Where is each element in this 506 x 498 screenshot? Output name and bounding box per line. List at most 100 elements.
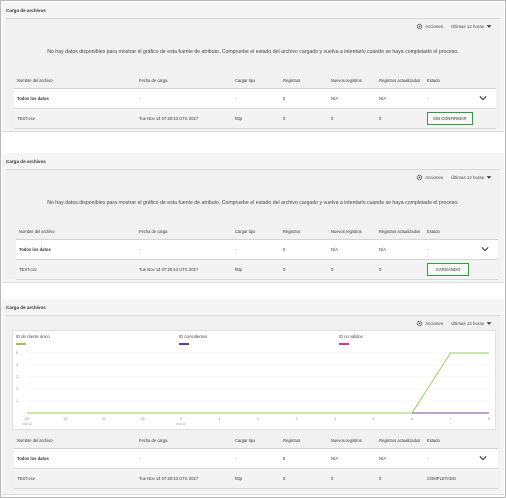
x-tick-label: 0	[180, 417, 182, 421]
table-cell: N/A	[376, 239, 424, 260]
series-line	[27, 352, 489, 414]
actions-label: Acciones	[425, 24, 444, 29]
expand-toggle[interactable]	[478, 239, 498, 260]
x-tick-label: 6	[411, 417, 413, 421]
column-header: Estado	[424, 74, 476, 89]
column-header: Registros actualizados	[376, 74, 424, 89]
table-cell: -	[424, 239, 478, 260]
table-cell: -	[424, 448, 476, 469]
x-tick-sublabel: nov 14	[176, 422, 186, 426]
table-row-total[interactable]: Todos los datos - - 5 N/A N/A -	[14, 448, 498, 469]
column-header: Registros actualizados	[376, 225, 424, 240]
time-range-dropdown[interactable]: Últimas 12 horas	[451, 321, 492, 326]
table-cell: TEST.csv	[14, 468, 136, 489]
table-row-total[interactable]: Todos los datos - - 0 N/A N/A -	[14, 88, 496, 109]
column-header: Nombre del archivo	[14, 434, 136, 449]
x-tick-label: 4	[334, 417, 336, 421]
x-tick-label: 8	[488, 417, 490, 421]
time-range-label: Últimas 12 horas	[451, 321, 484, 326]
column-header: Nuevos registros	[328, 74, 376, 89]
chevron-down-icon	[479, 456, 487, 461]
table-row[interactable]: TEST.csv Tue Nov 14 07:20:43 UTC 2017 ht…	[14, 108, 496, 129]
table-cell: Tue Nov 14 07:20:43 UTC 2017	[136, 468, 232, 489]
column-header: Fecha de carga	[136, 225, 232, 240]
table-row[interactable]: TEST.csv Tue Nov 14 07:20:43 UTC 2017 ht…	[16, 259, 498, 280]
time-range-label: Últimas 12 horas	[451, 24, 484, 29]
table-row[interactable]: TEST.csv Tue Nov 14 07:20:43 UTC 2017 ht…	[14, 468, 498, 489]
chevron-down-icon	[479, 96, 487, 101]
y-tick-label: 5	[16, 351, 18, 355]
panel-content: Acciones Últimas 12 horas No hay datos d…	[6, 169, 500, 280]
panel-title: Carga de archivos	[6, 8, 46, 13]
table-row-total[interactable]: Todos los datos - - 0 N/A N/A -	[16, 239, 498, 260]
status-badge: SIN CONFIRMAR	[427, 111, 473, 125]
gear-icon	[416, 174, 423, 181]
table-cell: N/A	[328, 448, 376, 469]
table-cell: Todos los datos	[14, 448, 136, 469]
table-cell: Tue Nov 14 07:20:43 UTC 2017	[136, 108, 232, 129]
y-tick-label: 1	[16, 399, 18, 403]
table-cell: N/A	[376, 448, 424, 469]
table-cell: N/A	[328, 88, 376, 109]
gear-icon	[416, 23, 423, 30]
table-cell: -	[136, 239, 232, 260]
actions-menu[interactable]: Acciones	[416, 23, 443, 30]
status-cell: SIN CONFIRMAR	[424, 108, 496, 129]
panel-content: Acciones Últimas 12 horas ID de cliente …	[6, 315, 500, 491]
table-cell: -	[232, 88, 280, 109]
table-cell: 0	[376, 259, 424, 280]
file-upload-panel-3: Carga de archivos Acciones Últimas 12 ho…	[2, 299, 504, 495]
x-tick-label: 22	[102, 417, 106, 421]
upload-table: Nombre del archivo Fecha de carga Cargar…	[16, 225, 498, 280]
column-header: Registros actualizados	[376, 434, 424, 449]
panel-toolbar: Acciones Últimas 12 horas	[416, 320, 492, 327]
x-tick-label: 5	[373, 417, 375, 421]
table-cell: -	[232, 448, 280, 469]
table-cell: -	[424, 88, 476, 109]
table-cell: TEST.csv	[16, 259, 136, 280]
table-cell: 0	[328, 468, 376, 489]
panel-title: Carga de archivos	[6, 305, 46, 310]
x-tick-label: 1	[219, 417, 221, 421]
gear-icon	[416, 320, 423, 327]
table-cell: N/A	[328, 239, 376, 260]
table-cell: -	[136, 88, 232, 109]
table-cell: TEST.csv	[14, 108, 136, 129]
expand-toggle[interactable]	[476, 88, 496, 109]
table-cell: Todos los datos	[14, 88, 136, 109]
table-cell: 0	[376, 468, 424, 489]
table-header-row: Nombre del archivo Fecha de carga Cargar…	[16, 225, 498, 240]
status-badge: CARGANDO	[427, 262, 470, 276]
x-tick-label: 3	[296, 417, 298, 421]
table-header-row: Nombre del archivo Fecha de carga Cargar…	[14, 74, 496, 89]
status-text: COMPLETADO	[424, 468, 498, 489]
column-header: Nuevos registros	[328, 434, 376, 449]
table-cell: -	[232, 239, 280, 260]
x-tick-label: 23	[141, 417, 145, 421]
time-range-dropdown[interactable]: Últimas 12 horas	[451, 175, 492, 180]
table-cell: http	[232, 259, 280, 280]
upload-table: Nombre del archivo Fecha de carga Cargar…	[14, 434, 498, 489]
panel-content: Acciones Últimas 12 horas No hay datos d…	[6, 18, 500, 129]
actions-menu[interactable]: Acciones	[416, 174, 443, 181]
panel-title: Carga de archivos	[6, 159, 46, 164]
actions-menu[interactable]: Acciones	[416, 320, 443, 327]
chevron-down-icon	[486, 25, 492, 28]
upload-table: Nombre del archivo Fecha de carga Cargar…	[14, 74, 496, 129]
table-cell: 0	[280, 239, 328, 260]
chart-area: ID de cliente único ID coincidentes ID n…	[12, 330, 496, 430]
table-cell: http	[232, 468, 280, 489]
column-header: Registros	[280, 434, 328, 449]
table-cell: 5	[280, 448, 328, 469]
time-range-dropdown[interactable]: Últimas 12 horas	[451, 24, 492, 29]
column-header: Nombre del archivo	[16, 225, 136, 240]
table-cell: N/A	[376, 88, 424, 109]
expand-toggle[interactable]	[476, 448, 498, 469]
table-cell: 0	[280, 108, 328, 129]
table-cell: 0	[376, 108, 424, 129]
y-tick-label: 4	[16, 363, 18, 367]
table-cell: http	[232, 108, 280, 129]
table-cell: 0	[328, 108, 376, 129]
chevron-down-icon	[486, 322, 492, 325]
chevron-down-icon	[486, 176, 492, 179]
